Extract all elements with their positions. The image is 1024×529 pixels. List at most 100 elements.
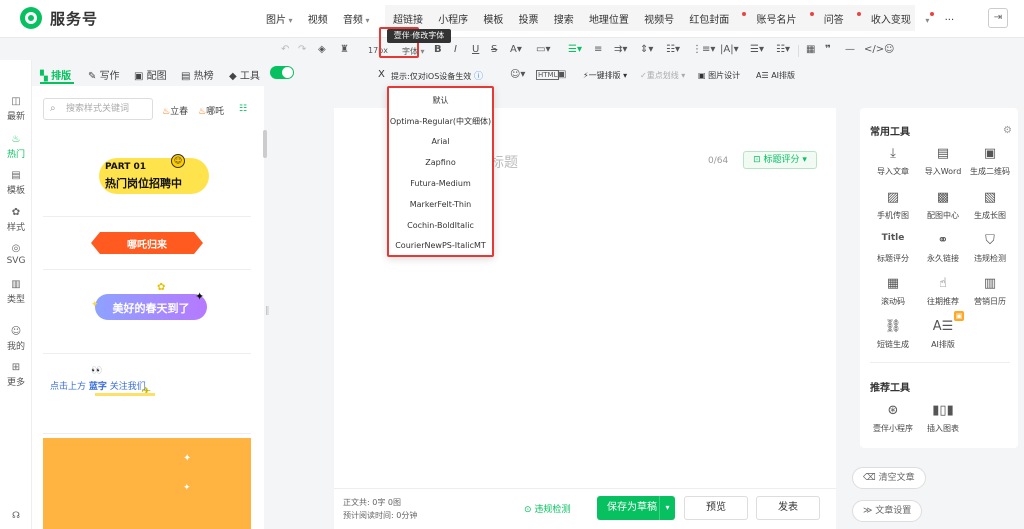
font-option-couriernew[interactable]: CourierNewPS-ItalicMT (389, 241, 492, 250)
font-option-default[interactable]: 默认 (389, 95, 492, 106)
insert-qa[interactable]: 问答 (824, 12, 861, 26)
exit-icon[interactable]: ⇥ (988, 8, 1008, 28)
filter-lichun[interactable]: ♨立春 (162, 104, 188, 117)
resize-handle-icon[interactable]: ‖ (265, 306, 270, 316)
filter-nezha[interactable]: ♨哪吒 (198, 104, 224, 117)
rail-mine[interactable]: ☺ 我的 (0, 326, 32, 352)
insert-location[interactable]: 地理位置 (589, 15, 629, 26)
tab-image[interactable]: ▣ 配图 (134, 67, 167, 82)
plugin-toggle[interactable] (270, 66, 294, 79)
preview-button[interactable]: 预览 (684, 496, 748, 520)
tool-permalink[interactable]: ⚭ 永久链接 (918, 233, 968, 264)
insert-vote[interactable]: 投票 (519, 15, 539, 26)
code-icon[interactable]: </> (864, 44, 884, 55)
rail-templates[interactable]: ▤ 模板 (0, 170, 32, 196)
template-card-orange[interactable]: ✦ ✦ (43, 438, 251, 529)
rail-styles[interactable]: ✿ 样式 (0, 207, 32, 233)
template-card-follow[interactable]: 点击上方 蓝字 关注我们 👀 ✈ (43, 354, 251, 434)
align-center-icon[interactable]: ≡ (594, 44, 602, 55)
tool-short-link[interactable]: ⛓ 短链生成 (868, 319, 918, 350)
underline-icon[interactable]: U (472, 44, 479, 55)
insert-card[interactable]: 账号名片 (757, 12, 814, 26)
rail-hot[interactable]: ♨ 热门 (0, 134, 32, 160)
font-option-futura[interactable]: Futura-Medium (389, 179, 492, 188)
close-hint-icon[interactable]: X (378, 69, 385, 80)
ai-layout[interactable]: A☰ AI排版 (756, 70, 795, 81)
list-view-icon[interactable]: ☷ (239, 104, 247, 114)
insert-channels[interactable]: 视频号 (644, 15, 674, 26)
tool-qrcode[interactable]: ▣ 生成二维码 (965, 146, 1015, 177)
insert-audio[interactable]: 音频 (343, 15, 370, 26)
panel-scrollbar[interactable] (263, 130, 267, 158)
tool-marketing-calendar[interactable]: ▥ 营销日历 (965, 276, 1015, 307)
list-icon[interactable]: ⋮≡▾ (692, 44, 715, 55)
image-design[interactable]: ▣ 图片设计 (698, 70, 740, 81)
style-search-input[interactable]: 搜索样式关键词 (43, 98, 153, 120)
key-line[interactable]: ✓重点划线 ▾ (640, 70, 685, 81)
tool-violation-check[interactable]: ⛉ 违规检测 (965, 233, 1015, 264)
app-logo[interactable]: 服务号 (20, 7, 98, 29)
divider-line-icon[interactable]: — (845, 44, 855, 55)
tool-insert-chart[interactable]: ▮▯▮ 插入图表 (918, 403, 968, 434)
strikethrough-icon[interactable]: S (491, 44, 497, 55)
headset-icon[interactable]: ☊ (0, 511, 32, 521)
format-painter-icon[interactable]: ♜ (340, 44, 349, 55)
tool-long-image[interactable]: ▧ 生成长图 (965, 190, 1015, 221)
font-family-select[interactable]: 字体 (402, 46, 425, 57)
insert-miniprogram[interactable]: 小程序 (438, 15, 468, 26)
tool-import-word[interactable]: ▤ 导入Word (918, 146, 968, 177)
unordered-list-icon[interactable]: ☷▾ (776, 44, 790, 55)
save-draft-button[interactable]: 保存为草稿 ▾ (597, 496, 675, 520)
bag-icon[interactable]: ▣ (557, 69, 566, 80)
title-score-button[interactable]: ⊡ 标题评分 ▾ (743, 151, 817, 169)
rail-more[interactable]: ⊞ 更多 (0, 362, 32, 388)
ordered-list-icon[interactable]: ☰▾ (750, 44, 764, 55)
tab-trending[interactable]: ▤ 热榜 (181, 67, 214, 82)
quote-icon[interactable]: ❞ (825, 44, 831, 55)
compliance-check-link[interactable]: ⊙ 违规检测 (524, 502, 570, 515)
template-card-nezha[interactable]: 哪吒归来 (43, 217, 251, 270)
tab-layout[interactable]: ▚ 排版 (40, 67, 71, 82)
font-option-cochin[interactable]: Cochin-BoldItalic (389, 221, 492, 230)
tool-title-score[interactable]: Title 标题评分 (868, 233, 918, 264)
align-left-icon[interactable]: ☰▾ (568, 44, 582, 55)
insert-link[interactable]: 超链接 (393, 15, 423, 26)
tool-ai-layout[interactable]: A☰ AI排版 (918, 319, 968, 350)
tool-scroll-code[interactable]: ▦ 滚动码 (868, 276, 918, 307)
template-card-spring[interactable]: 美好的春天到了 ✿ ✦ ✦ (43, 270, 251, 354)
paragraph-spacing-icon[interactable]: ☷▾ (666, 44, 680, 55)
rail-latest[interactable]: ◫ 最新 (0, 96, 32, 122)
font-option-markerfelt[interactable]: MarkerFelt-Thin (389, 200, 492, 209)
help-icon[interactable]: ⓘ (474, 69, 483, 82)
html-icon[interactable]: HTML (536, 70, 560, 80)
tab-tools[interactable]: ◆ 工具 (229, 67, 260, 82)
indent-icon[interactable]: ⇉▾ (614, 44, 627, 55)
title-input[interactable]: 标题 (490, 152, 518, 172)
gear-icon[interactable]: ⚙ (1003, 125, 1012, 136)
undo-icon[interactable]: ↶ (281, 44, 289, 55)
font-color-icon[interactable]: A▾ (510, 44, 522, 55)
table-icon[interactable]: ▦ (806, 44, 815, 55)
tool-import-article[interactable]: ⤓ 导入文章 (868, 146, 918, 177)
bold-icon[interactable]: B (434, 44, 442, 55)
font-option-optima[interactable]: Optima-Regular(中文细体) (389, 116, 492, 127)
redo-icon[interactable]: ↷ (298, 44, 306, 55)
eraser-icon[interactable]: ◈ (318, 44, 326, 55)
letter-spacing-icon[interactable]: |A|▾ (720, 44, 739, 55)
insert-search[interactable]: 搜索 (554, 15, 574, 26)
insert-image[interactable]: 图片 (266, 15, 293, 26)
italic-icon[interactable]: I (454, 44, 457, 55)
more-menu[interactable]: ··· (945, 15, 955, 26)
tool-miniprogram[interactable]: ⊛ 壹伴小程序 (868, 403, 918, 434)
insert-redpacket[interactable]: 红包封面 (689, 12, 747, 26)
insert-monetize[interactable]: 收入变现 (871, 12, 935, 26)
tab-write[interactable]: ✎ 写作 (88, 67, 120, 82)
rail-types[interactable]: ▥ 类型 (0, 279, 32, 305)
font-option-zapfino[interactable]: Zapfino (389, 158, 492, 167)
clear-article-button[interactable]: ⌫ 清空文章 (852, 467, 926, 489)
publish-button[interactable]: 发表 (756, 496, 820, 520)
insert-template[interactable]: 模板 (483, 15, 503, 26)
tool-past-recommend[interactable]: ☝ 往期推荐 (918, 276, 968, 307)
article-settings-button[interactable]: ≫ 文章设置 (852, 500, 923, 522)
rail-svg[interactable]: ◎ SVG (0, 243, 32, 266)
